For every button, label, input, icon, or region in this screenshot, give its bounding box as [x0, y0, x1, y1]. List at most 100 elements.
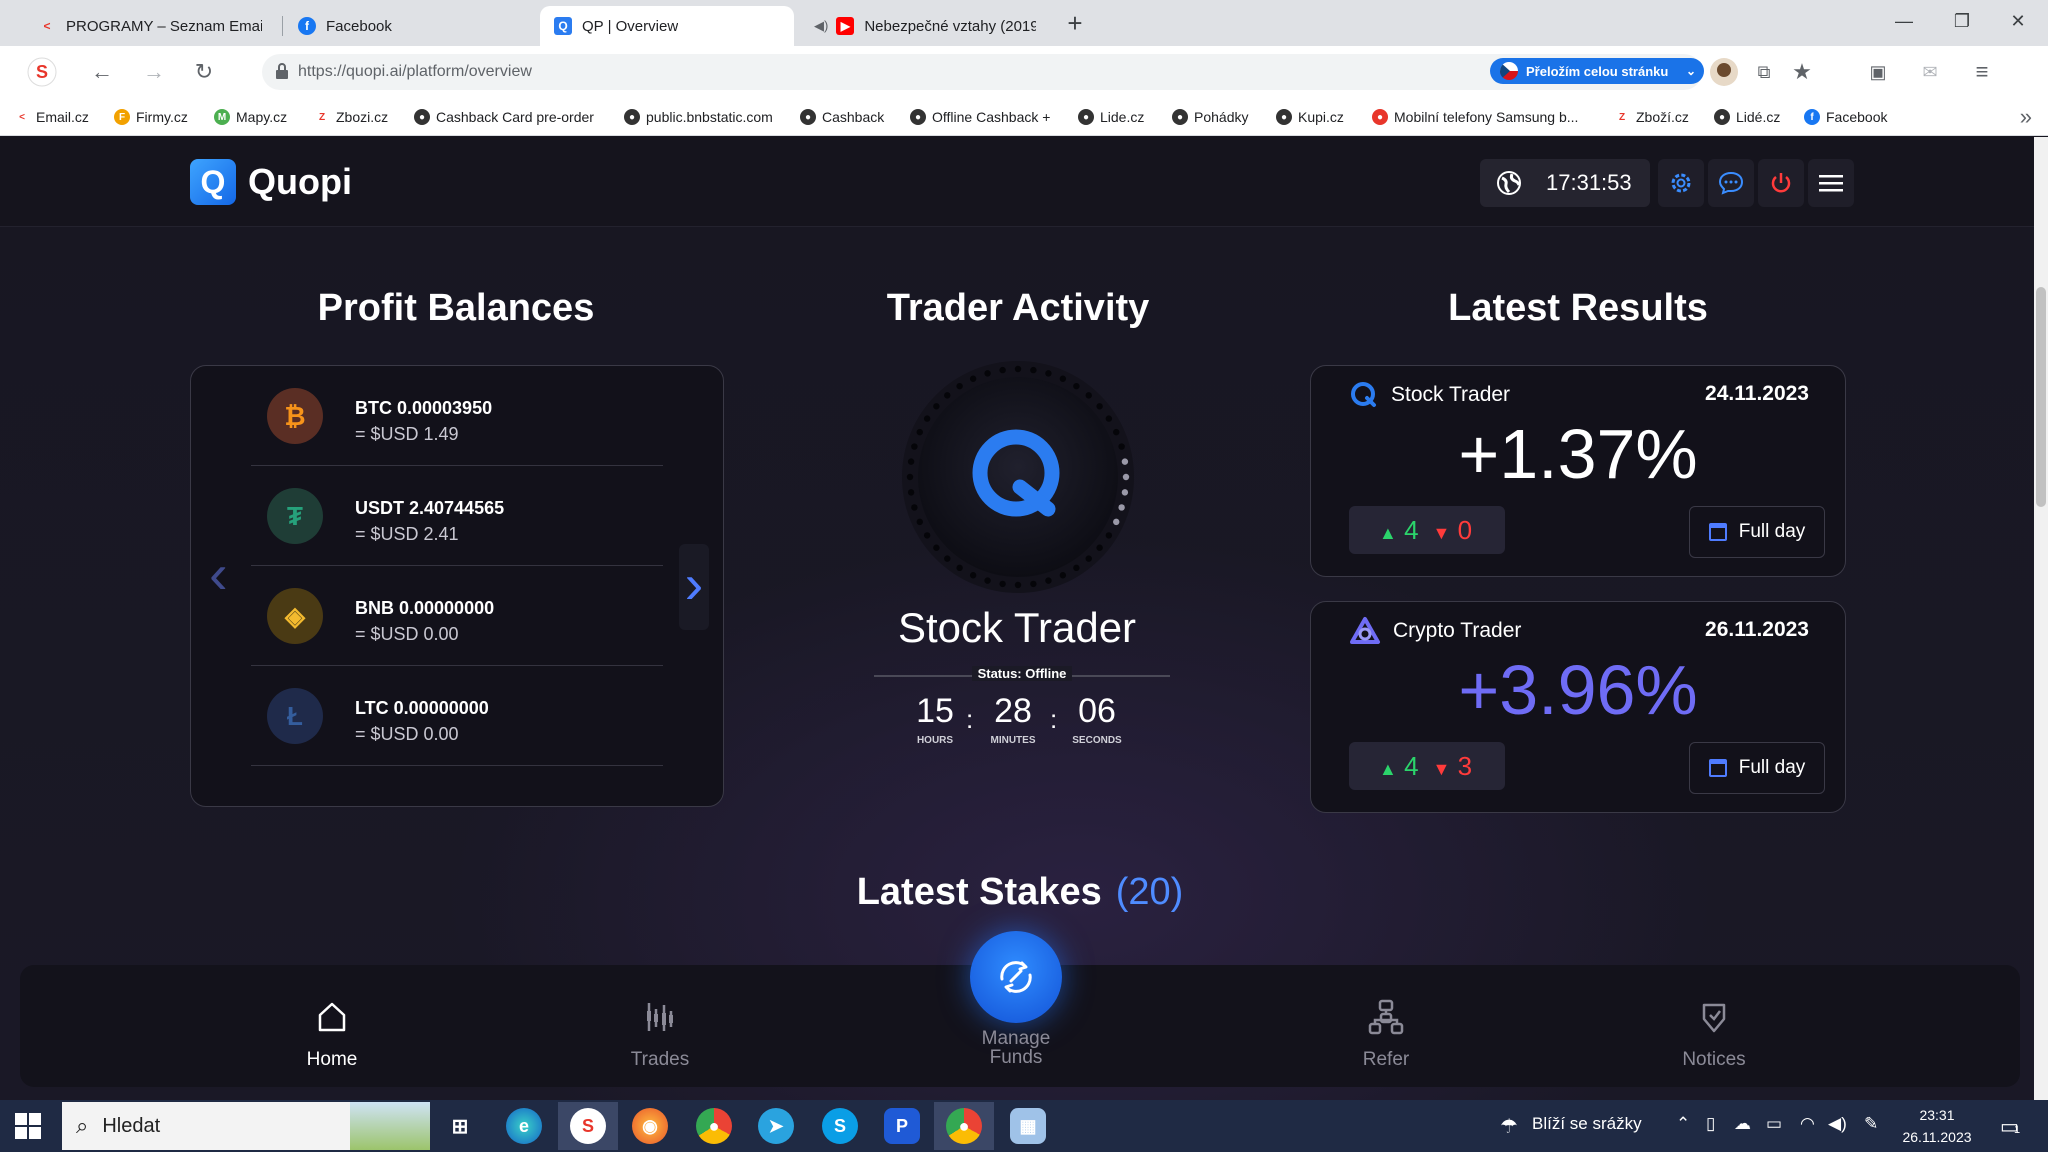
app-p-icon[interactable]: P: [884, 1108, 920, 1144]
reload-icon[interactable]: ↻: [188, 56, 220, 88]
tab-seznam-email[interactable]: < PROGRAMY – Seznam Email: [24, 6, 276, 46]
tab-youtube[interactable]: ◀) ▶ Nebezpečné vztahy (2019/2: [800, 6, 1050, 46]
battery-icon[interactable]: ▭: [1766, 1114, 1782, 1134]
close-icon[interactable]: ✕: [1998, 6, 2038, 36]
nav-refer[interactable]: Refer: [1306, 997, 1466, 1071]
hamburger-icon: [1819, 175, 1843, 192]
restore-icon[interactable]: ❐: [1942, 6, 1982, 36]
firefox-icon[interactable]: ◉: [632, 1108, 668, 1144]
bookmark-item[interactable]: ● Pohádky: [1172, 107, 1248, 127]
carousel-next-button[interactable]: ›: [679, 544, 709, 630]
wifi-icon[interactable]: ◠: [1800, 1114, 1815, 1134]
countdown-seconds: 06 SECONDS: [1062, 692, 1132, 746]
menu-button[interactable]: [1808, 159, 1854, 207]
taskbar-search[interactable]: ⌕ Hledat: [62, 1102, 430, 1150]
result-card-stock-trader[interactable]: Stock Trader 24.11.2023 +1.37% ▲ 4 ▼ 0 F…: [1310, 365, 1846, 577]
bookmark-item[interactable]: ● Offline Cashback +: [910, 107, 1050, 127]
ring-dot: [984, 370, 991, 377]
onedrive-icon[interactable]: ☁: [1734, 1114, 1751, 1134]
nav-trades[interactable]: Trades: [580, 997, 740, 1071]
tray-chevron-icon[interactable]: ⌃: [1676, 1114, 1690, 1134]
ring-dot: [956, 382, 963, 390]
gear-icon: [1671, 173, 1691, 193]
edge-icon[interactable]: e: [506, 1108, 542, 1144]
scrollbar-thumb[interactable]: [2036, 287, 2046, 507]
tab-quopi-overview[interactable]: Q QP | Overview: [540, 6, 794, 46]
menu-icon[interactable]: ≡: [1966, 56, 1998, 88]
windows-start-icon[interactable]: [14, 1112, 42, 1140]
image-viewer-icon[interactable]: ▦: [1010, 1108, 1046, 1144]
more-bookmarks-icon[interactable]: »: [2020, 104, 2032, 130]
task-view-icon[interactable]: ⊞: [442, 1108, 478, 1144]
full-day-button[interactable]: Full day: [1689, 742, 1825, 794]
address-bar[interactable]: https://quopi.ai/platform/overview: [262, 54, 1702, 90]
bookmark-item[interactable]: < Email.cz: [14, 107, 89, 127]
brand-logo[interactable]: Q Quopi: [190, 159, 352, 205]
latest-results-title: Latest Results: [1448, 287, 1708, 329]
status-label: Status: Offline: [971, 666, 1073, 681]
translate-page-button[interactable]: Přeložím celou stránku ⌄: [1490, 58, 1704, 84]
result-card-crypto-trader[interactable]: Crypto Trader 26.11.2023 +3.96% ▲ 4 ▼ 3 …: [1310, 601, 1846, 813]
ring-dot: [1085, 392, 1092, 399]
bookmark-item[interactable]: M Mapy.cz: [214, 107, 287, 127]
sidebar-icon[interactable]: ▣: [1862, 56, 1894, 88]
triangle-up-icon: ▲: [1379, 522, 1397, 543]
speaker-icon[interactable]: ◀): [814, 18, 828, 34]
minimize-icon[interactable]: —: [1884, 6, 1924, 36]
bookmark-item[interactable]: ● Mobilní telefony Samsung b...: [1372, 107, 1578, 127]
bookmark-label: public.bnbstatic.com: [646, 109, 773, 125]
new-tab-button[interactable]: +: [1062, 10, 1088, 36]
tab-facebook[interactable]: f Facebook: [284, 6, 534, 46]
weather-text[interactable]: Blíží se srážky: [1532, 1114, 1642, 1134]
forward-icon[interactable]: →: [138, 56, 170, 88]
weather-icon[interactable]: ☂: [1500, 1114, 1518, 1139]
logout-button[interactable]: [1758, 159, 1804, 207]
ring-dot: [911, 504, 918, 511]
nav-home[interactable]: Home: [252, 997, 412, 1071]
balance-row: ₿ BTC 0.00003950 = $USD 1.49: [251, 366, 663, 466]
bookmark-item[interactable]: Z Zboží.cz: [1614, 107, 1689, 127]
chrome-icon[interactable]: ●: [696, 1108, 732, 1144]
seznam-browser-icon[interactable]: S: [26, 56, 58, 88]
chat-button[interactable]: [1708, 159, 1754, 207]
trader-status: Status: Offline: [874, 665, 1170, 683]
bookmark-star-icon[interactable]: ★: [1786, 56, 1818, 88]
skype-icon[interactable]: S: [822, 1108, 858, 1144]
settings-button[interactable]: [1658, 159, 1704, 207]
mail-icon[interactable]: ✉: [1914, 56, 1946, 88]
trader-name: Crypto Trader: [1393, 619, 1522, 642]
chrome-profile-icon[interactable]: ●: [946, 1108, 982, 1144]
back-icon[interactable]: ←: [86, 56, 118, 88]
bookmark-item[interactable]: ● Cashback Card pre-order: [414, 107, 594, 127]
tray-device-icon[interactable]: ▯: [1706, 1114, 1715, 1134]
full-day-button[interactable]: Full day: [1689, 506, 1825, 558]
manage-funds-button[interactable]: [970, 931, 1062, 1023]
full-day-label: Full day: [1738, 521, 1806, 542]
bookmark-item[interactable]: F Firmy.cz: [114, 107, 188, 127]
extension-icon[interactable]: ⧉: [1748, 56, 1780, 88]
bookmark-item[interactable]: f Facebook: [1804, 107, 1887, 127]
result-card-header: Crypto Trader: [1349, 616, 1521, 646]
carousel-prev-button[interactable]: ‹: [209, 544, 235, 604]
bookmark-item[interactable]: ● Lidé.cz: [1714, 107, 1780, 127]
telegram-icon[interactable]: ➤: [758, 1108, 794, 1144]
system-clock[interactable]: 23:31 26.11.2023: [1882, 1104, 1992, 1148]
bookmark-item[interactable]: ● Lide.cz: [1078, 107, 1144, 127]
page-scrollbar[interactable]: [2034, 137, 2048, 1100]
seznam-browser-icon[interactable]: S: [570, 1108, 606, 1144]
win-loss-counts: ▲ 4 ▼ 3: [1349, 742, 1505, 790]
nav-notices[interactable]: Notices: [1634, 997, 1794, 1071]
calendar-icon: [1708, 759, 1727, 777]
bookmark-item[interactable]: ● Cashback: [800, 107, 884, 127]
losses-value: 3: [1457, 750, 1473, 781]
volume-icon[interactable]: ◀): [1828, 1114, 1847, 1134]
manage-funds-label[interactable]: Manage Funds: [936, 1029, 1096, 1067]
pen-icon[interactable]: ✎: [1864, 1114, 1878, 1134]
bookmark-item[interactable]: Z Zbozi.cz: [314, 107, 388, 127]
bookmark-item[interactable]: ● Kupi.cz: [1276, 107, 1344, 127]
profile-avatar[interactable]: [1708, 56, 1740, 88]
bookmark-item[interactable]: ● public.bnbstatic.com: [624, 107, 773, 127]
tab-title: Nebezpečné vztahy (2019/2: [864, 17, 1036, 35]
youtube-icon: ▶: [836, 17, 855, 35]
result-percentage: +1.37%: [1458, 415, 1698, 493]
